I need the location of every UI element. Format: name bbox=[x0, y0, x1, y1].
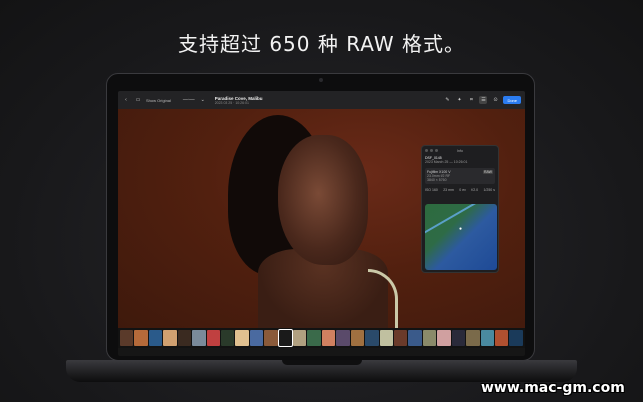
info-stat: 1/250 s bbox=[483, 188, 495, 192]
laptop-lid: ‹ ▭ Show Original —◦— ⌄ Paradise Cove, M… bbox=[106, 73, 535, 361]
info-stat: 0 ev bbox=[459, 188, 466, 192]
photo-strap-shape bbox=[368, 269, 398, 329]
filmstrip-thumbnail[interactable] bbox=[336, 330, 350, 346]
show-original-toggle[interactable]: Show Original bbox=[146, 98, 171, 103]
filmstrip bbox=[118, 328, 525, 348]
info-stats: ISO 160 23 mm 0 ev f/2.0 1/250 s bbox=[425, 188, 495, 192]
filmstrip-thumbnail[interactable] bbox=[480, 330, 494, 346]
info-datetime: 2023 March 25 — 10:26:01 bbox=[425, 160, 468, 164]
filmstrip-thumbnail[interactable] bbox=[220, 330, 235, 346]
filmstrip-thumbnail[interactable] bbox=[494, 330, 509, 346]
filmstrip-thumbnail[interactable] bbox=[293, 330, 307, 346]
filmstrip-thumbnail[interactable] bbox=[235, 330, 249, 346]
filmstrip-thumbnail[interactable] bbox=[120, 330, 134, 346]
filmstrip-thumbnail[interactable] bbox=[134, 330, 148, 346]
main-photo: Info DSF_0145 2023 March 25 — 10:26:01 F… bbox=[118, 109, 525, 329]
filmstrip-thumbnail[interactable] bbox=[466, 330, 480, 346]
filmstrip-thumbnail[interactable] bbox=[365, 330, 379, 346]
filmstrip-thumbnail[interactable] bbox=[177, 330, 192, 346]
filmstrip-thumbnail[interactable] bbox=[148, 330, 163, 346]
photo-face-shape bbox=[278, 135, 368, 265]
filmstrip-thumbnail[interactable] bbox=[206, 330, 220, 346]
crop-icon[interactable]: ⌗ bbox=[467, 96, 475, 104]
camera-dot bbox=[318, 78, 323, 82]
app-screen: ‹ ▭ Show Original —◦— ⌄ Paradise Cove, M… bbox=[118, 91, 525, 356]
info-camera-tag: RAW bbox=[482, 170, 493, 174]
filmstrip-thumbnail[interactable] bbox=[163, 330, 177, 346]
page-headline: 支持超过 650 种 RAW 格式。 bbox=[177, 32, 466, 56]
back-button[interactable]: ‹ bbox=[122, 96, 130, 104]
info-stat: ISO 160 bbox=[425, 188, 438, 192]
filmstrip-thumbnail[interactable] bbox=[422, 330, 437, 346]
filmstrip-thumbnail[interactable] bbox=[321, 330, 336, 346]
filmstrip-thumbnail[interactable] bbox=[408, 330, 422, 346]
magic-wand-icon[interactable]: ✦ bbox=[455, 96, 463, 104]
pen-icon[interactable]: ✎ bbox=[443, 96, 451, 104]
filmstrip-thumbnail[interactable] bbox=[192, 330, 206, 346]
info-stat: 23 mm bbox=[443, 188, 454, 192]
map-pin-icon: ● bbox=[459, 226, 463, 232]
more-icon[interactable]: ⊙ bbox=[491, 96, 499, 104]
done-button[interactable]: Done bbox=[503, 96, 521, 104]
info-panel: Info DSF_0145 2023 March 25 — 10:26:01 F… bbox=[421, 145, 499, 273]
filmstrip-thumbnail[interactable] bbox=[264, 330, 278, 346]
filmstrip-thumbnail[interactable] bbox=[307, 330, 321, 346]
laptop-base bbox=[66, 360, 577, 382]
adjust-icon[interactable]: ☰ bbox=[479, 96, 488, 104]
slider-icon[interactable]: —◦— bbox=[183, 96, 195, 104]
photo-title-block: Paradise Cove, Malibu 2023 03 25 · 10:26… bbox=[215, 96, 263, 105]
close-icon[interactable] bbox=[425, 149, 428, 152]
filmstrip-thumbnail[interactable] bbox=[350, 330, 365, 346]
filmstrip-thumbnail[interactable] bbox=[249, 330, 264, 346]
chevron-down-icon[interactable]: ⌄ bbox=[199, 96, 207, 104]
photo-subtitle: 2023 03 25 · 10:26:01 bbox=[214, 100, 249, 105]
info-camera-box: Fujifilm X100 V RAW 23.0mm f/2 RF 3840 ×… bbox=[425, 168, 495, 184]
watermark: www.mac-gm.com bbox=[481, 380, 625, 396]
filmstrip-thumbnail[interactable] bbox=[379, 330, 394, 346]
compare-icon[interactable]: ▭ bbox=[134, 96, 142, 104]
location-map[interactable]: ● bbox=[425, 204, 497, 270]
filmstrip-thumbnail[interactable] bbox=[451, 330, 466, 346]
filmstrip-thumbnail[interactable] bbox=[277, 329, 294, 347]
toolbar: ‹ ▭ Show Original —◦— ⌄ Paradise Cove, M… bbox=[118, 91, 525, 109]
info-resolution: 3840 × 5760 bbox=[427, 178, 447, 182]
info-stat: f/2.0 bbox=[471, 188, 479, 192]
filmstrip-thumbnail[interactable] bbox=[394, 330, 408, 346]
laptop-notch bbox=[281, 360, 362, 365]
zoom-icon[interactable] bbox=[435, 149, 438, 152]
map-shoreline bbox=[425, 204, 497, 270]
filmstrip-thumbnail[interactable] bbox=[509, 330, 523, 346]
minimize-icon[interactable] bbox=[430, 149, 433, 152]
filmstrip-thumbnail[interactable] bbox=[437, 330, 451, 346]
